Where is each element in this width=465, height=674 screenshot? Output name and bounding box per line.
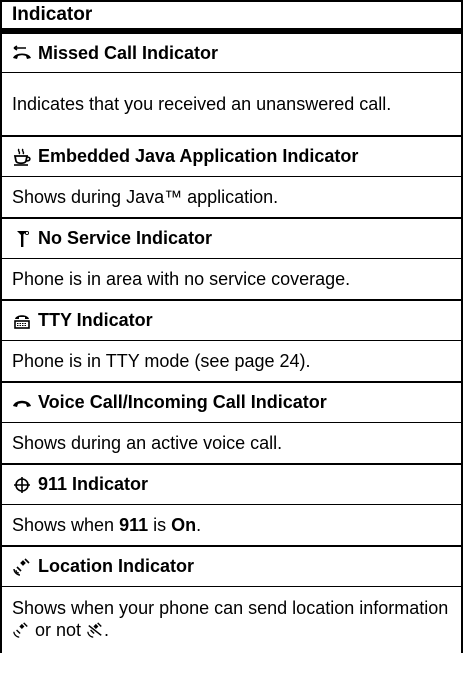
row-title-label: Embedded Java Application Indicator <box>38 146 359 166</box>
row-desc-label: Indicates that you received an unanswere… <box>12 94 392 114</box>
no-service-antenna-icon <box>12 229 32 249</box>
row-title-location: Location Indicator <box>2 547 461 587</box>
row-title-no-service: No Service Indicator <box>2 219 461 259</box>
row-desc-911: Shows when 911 is On. <box>2 505 461 547</box>
indicator-table: Indicator Missed Call Indicator Indicate… <box>0 0 463 653</box>
row-desc-label: Phone is in TTY mode (see page 24). <box>12 351 311 371</box>
row-desc-no-service: Phone is in area with no service coverag… <box>2 259 461 301</box>
row-title-label: Missed Call Indicator <box>38 42 219 63</box>
row-title-911: 911 Indicator <box>2 465 461 505</box>
row-desc-location: Shows when your phone can send location … <box>2 587 461 653</box>
row-desc-voice-call: Shows during an active voice call. <box>2 423 461 465</box>
tty-icon <box>12 311 32 331</box>
row-desc-label: Shows when 911 is On. <box>12 515 202 535</box>
row-title-java: Embedded Java Application Indicator <box>2 137 461 177</box>
row-title-tty: TTY Indicator <box>2 301 461 341</box>
row-title-label: No Service Indicator <box>38 228 213 248</box>
row-desc-label: Shows when your phone can send location … <box>12 598 449 640</box>
missed-call-icon <box>12 43 32 63</box>
row-title-label: 911 Indicator <box>38 474 149 494</box>
row-desc-label: Shows during Java™ application. <box>12 187 279 207</box>
row-desc-java: Shows during Java™ application. <box>2 177 461 219</box>
location-on-icon <box>13 622 28 638</box>
location-satellite-icon <box>12 557 32 577</box>
table-header: Indicator <box>2 0 461 34</box>
java-cup-icon <box>12 147 32 167</box>
row-title-label: Location Indicator <box>38 556 195 576</box>
row-desc-tty: Phone is in TTY mode (see page 24). <box>2 341 461 383</box>
voice-call-handset-icon <box>12 393 32 413</box>
row-desc-label: Shows during an active voice call. <box>12 433 283 453</box>
row-title-label: Voice Call/Incoming Call Indicator <box>38 392 327 412</box>
location-off-icon <box>87 622 102 638</box>
911-crosshair-icon <box>12 475 32 495</box>
row-desc-label: Phone is in area with no service coverag… <box>12 269 351 289</box>
row-title-label: TTY Indicator <box>38 310 153 330</box>
row-title-voice-call: Voice Call/Incoming Call Indicator <box>2 383 461 423</box>
row-title-missed-call: Missed Call Indicator <box>2 34 461 73</box>
row-desc-missed-call: Indicates that you received an unanswere… <box>2 73 461 137</box>
